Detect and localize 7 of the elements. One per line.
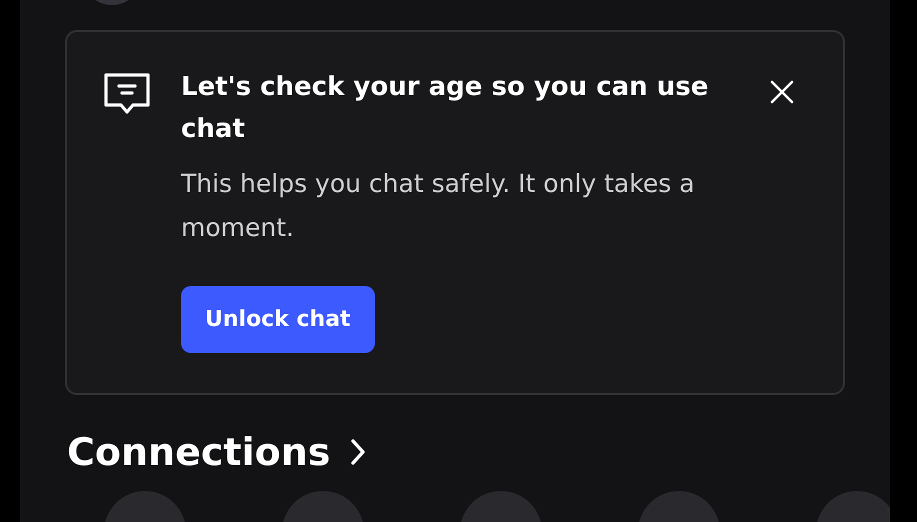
chevron-right-icon[interactable] <box>350 438 366 466</box>
unlock-chat-button[interactable]: Unlock chat <box>181 286 375 353</box>
card-title: Let's check your age so you can use chat <box>181 71 710 146</box>
chat-bubble-icon <box>103 72 151 116</box>
close-icon[interactable] <box>770 80 794 104</box>
section-heading[interactable]: Connections <box>67 427 330 477</box>
card-message: This helps you chat safely. It only takes a moment. <box>181 168 696 244</box>
